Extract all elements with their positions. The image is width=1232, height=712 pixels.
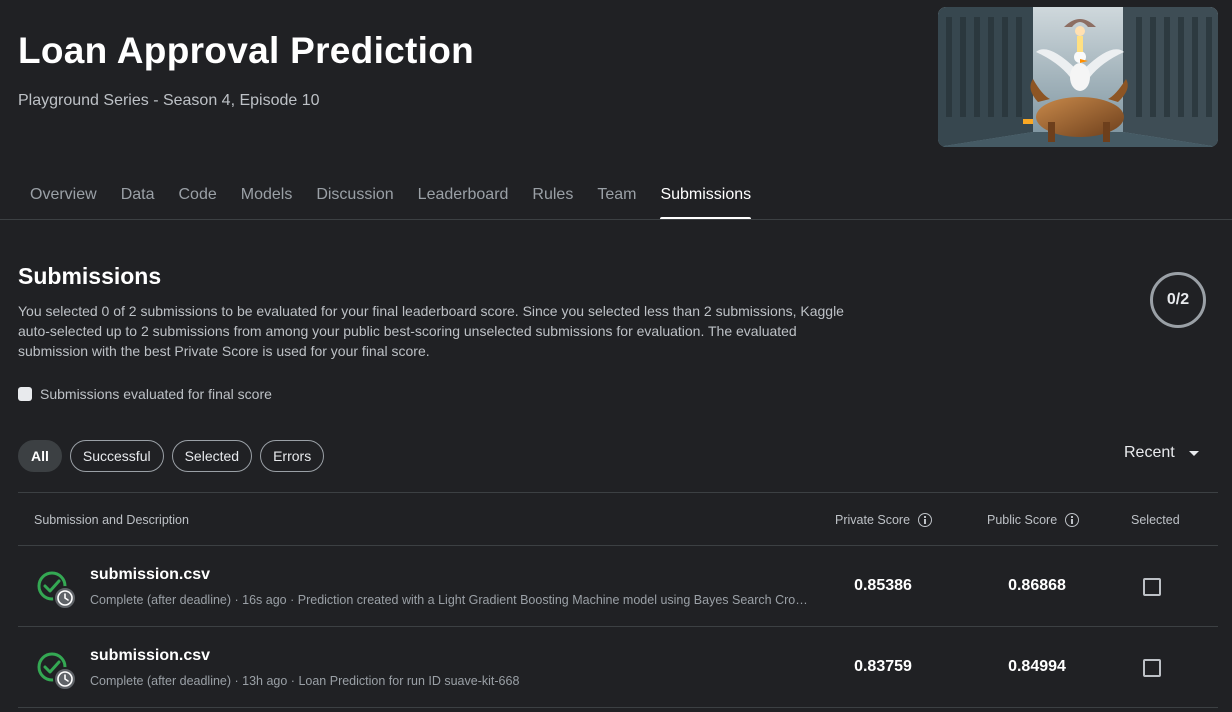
info-icon[interactable] (1065, 513, 1080, 527)
header-selected: Selected (1131, 513, 1180, 527)
submissions-description: You selected 0 of 2 submissions to be ev… (18, 303, 844, 359)
competition-banner-image (938, 7, 1218, 147)
select-checkbox[interactable] (1143, 578, 1161, 596)
submission-meta: Complete (after deadline) · 13h ago · Lo… (90, 674, 520, 688)
caret-down-icon (1188, 450, 1199, 456)
submission-filename[interactable]: submission.csv (90, 647, 210, 665)
table-row[interactable]: submission.csv Complete (after deadline)… (18, 546, 1218, 627)
submission-filename[interactable]: submission.csv (90, 566, 210, 584)
public-score: 0.86868 (1008, 577, 1066, 594)
tab-rules[interactable]: Rules (520, 176, 585, 220)
submissions-heading: Submissions (18, 263, 162, 289)
final-score-toggle[interactable]: Submissions evaluated for final score (18, 386, 272, 402)
header-selected-label: Selected (1131, 513, 1180, 527)
select-checkbox[interactable] (1143, 659, 1161, 677)
private-score: 0.83759 (854, 658, 912, 675)
submission-meta: Complete (after deadline) · 16s ago · Pr… (90, 593, 812, 607)
status-complete-icon (36, 649, 77, 691)
tab-data[interactable]: Data (109, 176, 167, 220)
private-score: 0.85386 (854, 577, 912, 594)
page-subtitle: Playground Series - Season 4, Episode 10 (18, 92, 320, 109)
public-score: 0.84994 (1008, 658, 1066, 675)
header-submission: Submission and Description (34, 513, 189, 527)
filter-all-chip[interactable]: All (18, 440, 62, 472)
status-complete-icon (36, 568, 77, 610)
selection-counter: 0/2 (1150, 272, 1206, 328)
header-public-label: Public Score (987, 513, 1058, 527)
tab-discussion[interactable]: Discussion (304, 176, 405, 220)
final-score-checkbox[interactable] (18, 387, 32, 401)
filter-selected-chip[interactable]: Selected (171, 440, 253, 472)
filter-errors-chip[interactable]: Errors (260, 440, 325, 472)
tab-leaderboard[interactable]: Leaderboard (406, 176, 521, 220)
tab-code[interactable]: Code (166, 176, 228, 220)
sort-label: Recent (1124, 444, 1175, 461)
table-header: Submission and Description Private Score… (18, 492, 1218, 546)
page-title: Loan Approval Prediction (18, 30, 475, 71)
tab-models[interactable]: Models (229, 176, 305, 220)
header-private-label: Private Score (835, 513, 911, 527)
table-row[interactable]: submission.csv Complete (after deadline)… (18, 627, 1218, 708)
tab-overview[interactable]: Overview (18, 176, 109, 220)
header-private-score: Private Score (835, 513, 933, 527)
competition-tabs: Overview Data Code Models Discussion Lea… (18, 176, 763, 220)
header-public-score: Public Score (987, 513, 1080, 527)
filter-successful-chip[interactable]: Successful (69, 440, 164, 472)
submissions-table: Submission and Description Private Score… (18, 492, 1218, 708)
tab-submissions[interactable]: Submissions (648, 176, 763, 220)
tab-team[interactable]: Team (585, 176, 648, 220)
final-score-label: Submissions evaluated for final score (40, 386, 272, 402)
info-icon[interactable] (918, 513, 933, 527)
tabs-divider (0, 219, 1232, 220)
filter-chips: All Successful Selected Errors (18, 440, 325, 472)
header-submission-label: Submission and Description (34, 513, 189, 527)
sort-dropdown[interactable]: Recent (1124, 444, 1199, 462)
